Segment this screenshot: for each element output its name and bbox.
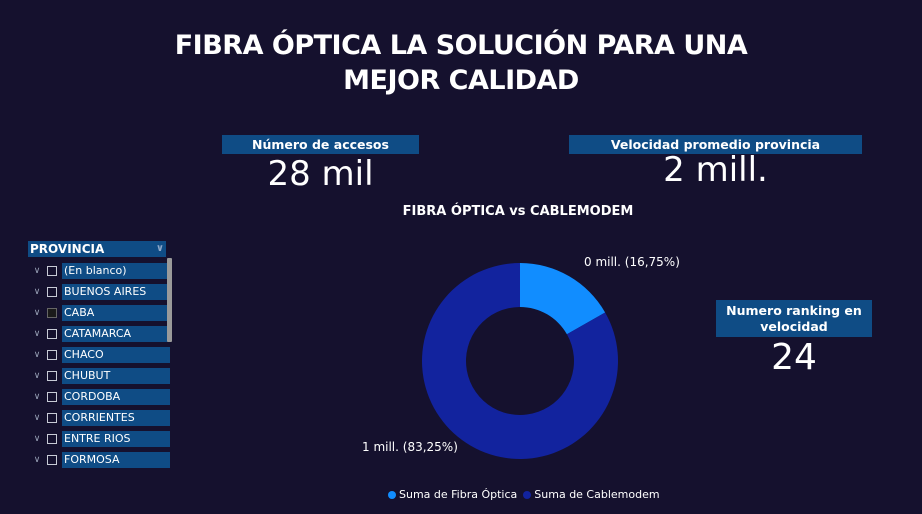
provincia-slicer-header[interactable]: PROVINCIA ∨	[28, 241, 166, 257]
slicer-item[interactable]: ∨ BUENOS AIRES	[28, 281, 174, 302]
slicer-scrollbar[interactable]	[167, 258, 172, 342]
slicer-item[interactable]: ∨ CHUBUT	[28, 365, 174, 386]
checkbox[interactable]	[47, 370, 57, 381]
data-label-cablemodem: 1 mill. (83,25%)	[362, 440, 458, 454]
chevron-down-icon[interactable]: ∨	[156, 241, 164, 257]
slicer-item-label: CHACO	[62, 346, 170, 363]
checkbox[interactable]	[47, 265, 57, 276]
slicer-item-label: CORDOBA	[62, 388, 170, 405]
slicer-item-label: BUENOS AIRES	[62, 283, 170, 300]
slicer-item-label: CATAMARCA	[62, 325, 170, 342]
title-line-2: MEJOR CALIDAD	[343, 65, 579, 96]
slicer-item[interactable]: ∨ FORMOSA	[28, 449, 174, 470]
ranking-card-value: 24	[771, 337, 817, 378]
ranking-card-label-text: Numero ranking en velocidad	[726, 302, 862, 334]
checkbox[interactable]	[47, 433, 57, 444]
slicer-header-label: PROVINCIA	[30, 242, 105, 256]
legend-item-fibra[interactable]: Suma de Fibra Óptica	[388, 488, 517, 501]
slicer-item[interactable]: ∨ CORRIENTES	[28, 407, 174, 428]
slicer-item[interactable]: ∨ ENTRE RIOS	[28, 428, 174, 449]
expand-chevron-icon[interactable]: ∨	[30, 287, 44, 297]
accesos-card-label: Número de accesos	[222, 135, 419, 154]
title-line-1: FIBRA ÓPTICA LA SOLUCIÓN PARA UNA	[174, 30, 748, 61]
expand-chevron-icon[interactable]: ∨	[30, 455, 44, 465]
checkbox[interactable]	[47, 391, 57, 402]
slicer-item-label: CHUBUT	[62, 367, 170, 384]
expand-chevron-icon[interactable]: ∨	[30, 392, 44, 402]
slicer-item[interactable]: ∨ CORDOBA	[28, 386, 174, 407]
slicer-item-label: FORMOSA	[62, 451, 170, 468]
slicer-item-label: CABA	[62, 304, 170, 321]
legend-item-cablemodem[interactable]: Suma de Cablemodem	[523, 488, 660, 501]
expand-chevron-icon[interactable]: ∨	[30, 413, 44, 423]
legend-label-cablemodem: Suma de Cablemodem	[534, 488, 660, 501]
legend-dot-fibra	[388, 490, 396, 499]
slicer-item[interactable]: ∨ (En blanco)	[28, 260, 174, 281]
data-label-fibra: 0 mill. (16,75%)	[584, 255, 680, 269]
checkbox[interactable]	[47, 454, 57, 465]
slicer-item[interactable]: ∨ CHACO	[28, 344, 174, 365]
checkbox[interactable]	[47, 328, 57, 339]
checkbox[interactable]	[47, 307, 57, 318]
slicer-item[interactable]: ∨ CABA	[28, 302, 174, 323]
checkbox[interactable]	[47, 286, 57, 297]
expand-chevron-icon[interactable]: ∨	[30, 350, 44, 360]
slicer-item-label: ENTRE RIOS	[62, 430, 170, 447]
ranking-card-label: Numero ranking en velocidad	[716, 300, 872, 337]
legend-dot-cablemodem	[523, 490, 532, 499]
expand-chevron-icon[interactable]: ∨	[30, 329, 44, 339]
checkbox[interactable]	[47, 349, 57, 360]
checkbox[interactable]	[47, 412, 57, 423]
expand-chevron-icon[interactable]: ∨	[30, 266, 44, 276]
slicer-item[interactable]: ∨ CATAMARCA	[28, 323, 174, 344]
velocidad-card-value: 2 mill.	[663, 150, 768, 190]
expand-chevron-icon[interactable]: ∨	[30, 434, 44, 444]
expand-chevron-icon[interactable]: ∨	[30, 371, 44, 381]
provincia-slicer-list: ∨ (En blanco) ∨ BUENOS AIRES ∨ CABA ∨ CATAMARCA…	[28, 260, 174, 470]
legend-label-fibra: Suma de Fibra Óptica	[399, 488, 518, 501]
chart-legend: Suma de Fibra Óptica Suma de Cablemodem	[388, 488, 666, 501]
expand-chevron-icon[interactable]: ∨	[30, 308, 44, 318]
slicer-item-label: (En blanco)	[62, 262, 170, 279]
slicer-item-label: CORRIENTES	[62, 409, 170, 426]
chart-title: FIBRA ÓPTICA vs CABLEMODEM	[402, 204, 634, 219]
dashboard-title: FIBRA ÓPTICA LA SOLUCIÓN PARA UNA MEJOR …	[0, 28, 922, 98]
accesos-card-value: 28 mil	[267, 154, 374, 194]
